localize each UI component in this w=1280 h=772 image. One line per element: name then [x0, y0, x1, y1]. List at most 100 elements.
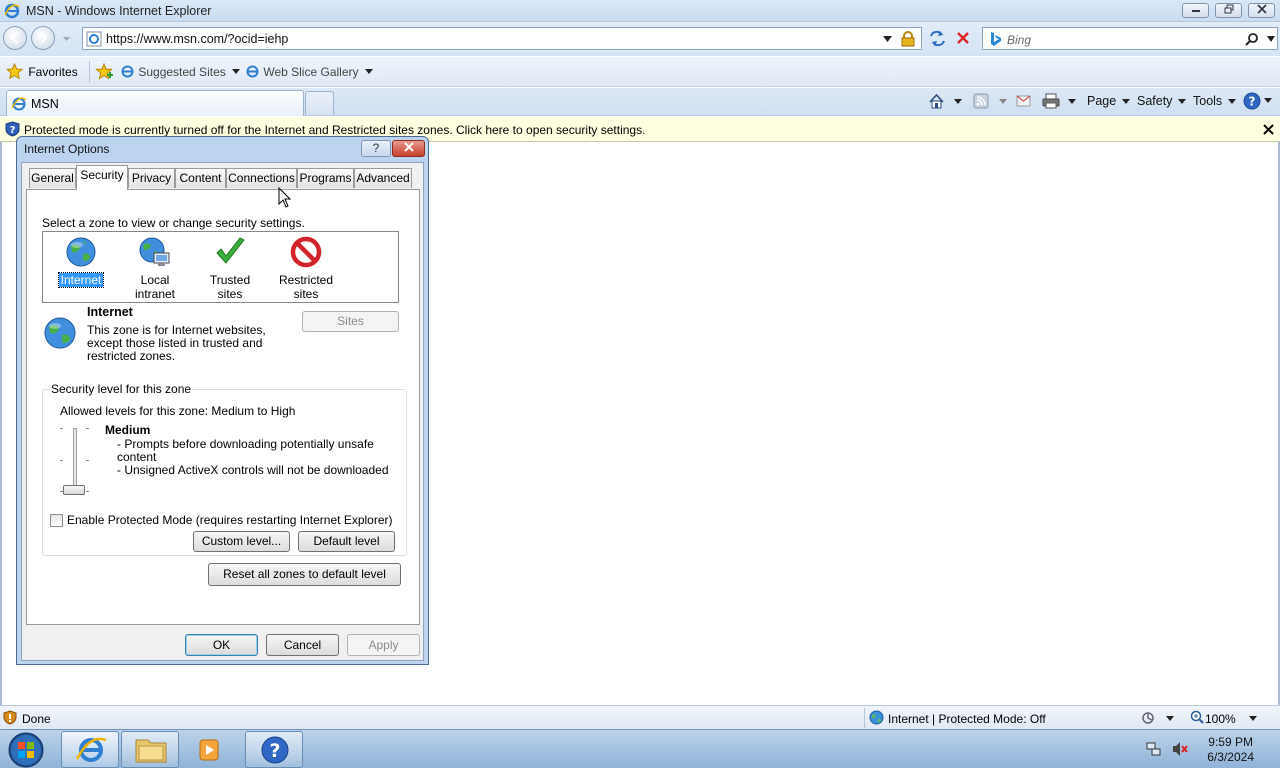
- tab-content[interactable]: Content: [175, 168, 226, 188]
- level-description-line2: content: [117, 450, 157, 464]
- close-window-button[interactable]: [1248, 3, 1275, 18]
- stop-button[interactable]: [952, 27, 975, 50]
- tab-msn[interactable]: MSN: [6, 90, 304, 116]
- taskbar-media-player[interactable]: [181, 731, 239, 768]
- search-icon[interactable]: [1245, 32, 1259, 46]
- taskbar-windows-explorer[interactable]: [121, 731, 179, 768]
- sites-button-label: Sites: [337, 314, 364, 328]
- information-bar-message[interactable]: Protected mode is currently turned off f…: [24, 123, 645, 137]
- suggested-sites-link[interactable]: Suggested Sites: [120, 64, 241, 79]
- checkmark-icon: [216, 237, 245, 264]
- forward-button[interactable]: [31, 26, 55, 50]
- help-glyph: ?: [372, 141, 380, 155]
- globe-icon: [44, 317, 76, 349]
- zoom-level[interactable]: 100%: [1205, 712, 1236, 726]
- add-to-favorites-icon[interactable]: [95, 63, 114, 81]
- zone-trusted-sites[interactable]: Trusted sites: [195, 236, 265, 301]
- tab-programs[interactable]: Programs: [297, 168, 354, 188]
- search-dropdown-icon[interactable]: [1267, 36, 1275, 43]
- suggested-sites-label: Suggested Sites: [138, 64, 226, 79]
- restore-button[interactable]: [1215, 3, 1242, 18]
- protected-mode-checkbox[interactable]: [50, 514, 63, 527]
- zone-trusted-sites-label: Trusted sites: [209, 273, 251, 301]
- zoom-icon[interactable]: [1190, 710, 1204, 724]
- home-icon[interactable]: [928, 93, 945, 110]
- bing-logo-icon: [991, 32, 1001, 46]
- address-bar[interactable]: https://www.msn.com/?ocid=iehp: [82, 27, 922, 50]
- ok-button[interactable]: OK: [185, 634, 258, 656]
- apply-button[interactable]: Apply: [347, 634, 420, 656]
- new-tab-button[interactable]: [305, 91, 334, 115]
- zone-local-intranet-label: Local intranet: [134, 273, 176, 301]
- start-button[interactable]: [6, 731, 46, 768]
- reset-all-zones-button[interactable]: Reset all zones to default level: [208, 563, 401, 586]
- network-icon[interactable]: [1146, 741, 1162, 757]
- default-level-button[interactable]: Default level: [298, 531, 395, 552]
- cancel-button[interactable]: Cancel: [266, 634, 339, 656]
- zoom-dropdown-icon[interactable]: [1249, 716, 1257, 722]
- status-text: Done: [22, 712, 51, 726]
- safety-menu[interactable]: Safety: [1137, 94, 1186, 108]
- dialog-help-button[interactable]: ?: [361, 140, 391, 157]
- dialog-close-button[interactable]: [392, 140, 425, 157]
- popup-blocker-icon[interactable]: [1141, 711, 1157, 725]
- print-icon[interactable]: [1042, 93, 1060, 109]
- volume-muted-icon[interactable]: [1172, 741, 1189, 757]
- custom-level-button[interactable]: Custom level...: [193, 531, 290, 552]
- sites-button[interactable]: Sites: [302, 311, 399, 332]
- zone-list: Internet Local intranet Trusted sites Re…: [42, 231, 399, 303]
- zone-internet[interactable]: Internet: [53, 236, 109, 288]
- zone-description-line2: except those listed in trusted and: [87, 336, 263, 350]
- tools-menu[interactable]: Tools: [1193, 94, 1236, 108]
- help-icon: ?: [261, 736, 289, 764]
- tab-general[interactable]: General: [29, 168, 76, 188]
- navigation-bar: https://www.msn.com/?ocid=iehp Bing: [0, 22, 1280, 56]
- window-title-bar: MSN - Windows Internet Explorer: [0, 0, 1280, 22]
- taskbar-internet-explorer[interactable]: [61, 731, 119, 768]
- tab-privacy-label: Privacy: [131, 171, 172, 185]
- print-dropdown-icon[interactable]: [1068, 99, 1076, 105]
- tab-advanced-label: Advanced: [356, 171, 410, 185]
- status-divider: [864, 708, 865, 728]
- svg-text:?: ?: [1249, 95, 1256, 109]
- favorites-button[interactable]: Favorites: [5, 62, 78, 81]
- tab-advanced[interactable]: Advanced: [354, 168, 412, 188]
- minimize-button[interactable]: [1182, 3, 1209, 18]
- taskbar-help-and-support[interactable]: ?: [245, 731, 303, 768]
- home-dropdown-icon[interactable]: [954, 99, 962, 105]
- search-box[interactable]: Bing: [982, 27, 1278, 50]
- web-slice-gallery-link[interactable]: Web Slice Gallery: [245, 64, 373, 79]
- lock-icon[interactable]: [901, 31, 915, 47]
- recent-pages-icon[interactable]: [62, 35, 71, 43]
- favorites-label: Favorites: [28, 64, 78, 79]
- read-mail-icon[interactable]: [1016, 95, 1031, 107]
- search-placeholder: Bing: [1007, 33, 1032, 47]
- address-url[interactable]: https://www.msn.com/?ocid=iehp: [106, 32, 288, 46]
- system-clock[interactable]: 9:59 PM 6/3/2024: [1207, 735, 1254, 765]
- feeds-dropdown-icon[interactable]: [999, 99, 1007, 105]
- chevron-down-icon[interactable]: [1166, 716, 1174, 722]
- minimize-icon: [1191, 10, 1200, 12]
- protected-mode-label[interactable]: Enable Protected Mode (requires restarti…: [67, 513, 393, 527]
- back-button[interactable]: [3, 26, 27, 50]
- address-dropdown-icon[interactable]: [883, 36, 892, 43]
- security-level-slider-thumb[interactable]: [63, 485, 85, 495]
- tab-connections[interactable]: Connections: [226, 168, 297, 188]
- zone-restricted-sites[interactable]: Restricted sites: [271, 236, 341, 301]
- tab-privacy[interactable]: Privacy: [128, 168, 175, 188]
- feeds-icon[interactable]: [973, 93, 989, 109]
- security-zone-status[interactable]: Internet | Protected Mode: Off: [888, 712, 1046, 726]
- custom-level-button-label: Custom level...: [201, 534, 282, 548]
- zone-detail-title: Internet: [87, 305, 133, 319]
- close-icon[interactable]: [1263, 124, 1274, 135]
- internet-globe-icon: [869, 710, 884, 725]
- chevron-down-icon: [232, 68, 241, 74]
- page-menu[interactable]: Page: [1087, 94, 1130, 108]
- windows-start-orb-icon: [8, 732, 44, 768]
- help-menu[interactable]: ?: [1243, 92, 1273, 110]
- compatibility-view-button[interactable]: [926, 27, 949, 50]
- tab-security[interactable]: Security: [76, 165, 128, 190]
- help-icon: ?: [1243, 92, 1261, 110]
- zone-local-intranet[interactable]: Local intranet: [119, 236, 191, 301]
- window-title: MSN - Windows Internet Explorer: [26, 4, 212, 18]
